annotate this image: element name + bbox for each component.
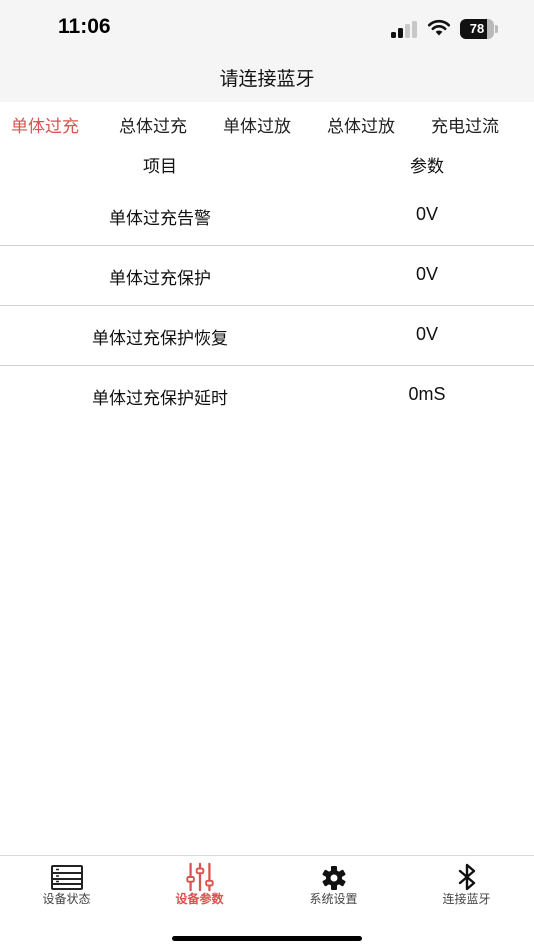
parameter-tabs: 单体过充 总体过充 单体过放 总体过放 充电过流 [0, 102, 534, 146]
table-header: 项目 参数 [0, 146, 534, 186]
tab-total-overcharge[interactable]: 总体过充 [119, 112, 187, 137]
battery-indicator: 78 [460, 19, 498, 39]
cellular-signal-icon [391, 21, 417, 38]
bottom-tab-label: 连接蓝牙 [442, 892, 491, 906]
parameter-table: 项目 参数 单体过充告警 0V 单体过充保护 0V 单体过充保护恢复 0V 单体… [0, 146, 534, 426]
row-item-label: 单体过充告警 [109, 209, 211, 229]
app-screen: 11:06 78 请连接蓝牙 单体过充 总体过充 单体过放 总体过放 充电过流 [0, 0, 534, 950]
table-row[interactable]: 单体过充告警 0V [0, 186, 534, 246]
row-value: 0V [415, 204, 439, 224]
battery-level: 78 [469, 21, 485, 36]
status-time: 11:06 [58, 15, 111, 38]
bluetooth-icon [458, 863, 475, 891]
nav-bar: 请连接蓝牙 [0, 56, 534, 102]
page-title: 请连接蓝牙 [219, 68, 315, 90]
home-indicator [172, 936, 362, 941]
bottom-tab-device-params[interactable]: 设备参数 [133, 856, 266, 916]
gear-icon [321, 866, 346, 890]
tab-cell-overcharge[interactable]: 单体过充 [11, 112, 79, 137]
row-item-label: 单体过充保护延时 [92, 389, 228, 409]
bottom-tab-label: 设备参数 [175, 892, 224, 906]
tab-cell-overdischarge[interactable]: 单体过放 [223, 112, 291, 137]
row-value: 0V [415, 264, 439, 284]
device-status-icon [50, 865, 83, 890]
tab-total-overdischarge[interactable]: 总体过放 [327, 112, 395, 137]
table-row[interactable]: 单体过充保护 0V [0, 246, 534, 306]
table-row[interactable]: 单体过充保护延时 0mS [0, 366, 534, 426]
tab-charge-overcurrent[interactable]: 充电过流 [431, 112, 499, 137]
status-bar: 11:06 78 [0, 0, 534, 56]
sliders-icon [185, 862, 214, 892]
bottom-tab-label: 系统设置 [309, 892, 358, 906]
table-row[interactable]: 单体过充保护恢复 0V [0, 306, 534, 366]
row-item-label: 单体过充保护恢复 [92, 329, 228, 349]
wifi-icon [427, 19, 451, 36]
bottom-tab-system-settings[interactable]: 系统设置 [267, 856, 400, 916]
row-item-label: 单体过充保护 [109, 269, 211, 289]
row-value: 0mS [408, 384, 446, 404]
bottom-tab-label: 设备状态 [42, 892, 91, 906]
header-value: 参数 [410, 157, 444, 177]
row-value: 0V [415, 324, 439, 344]
bottom-tab-device-status[interactable]: 设备状态 [0, 856, 133, 916]
bottom-tab-connect-bluetooth[interactable]: 连接蓝牙 [400, 856, 533, 916]
header-item: 项目 [143, 157, 177, 177]
